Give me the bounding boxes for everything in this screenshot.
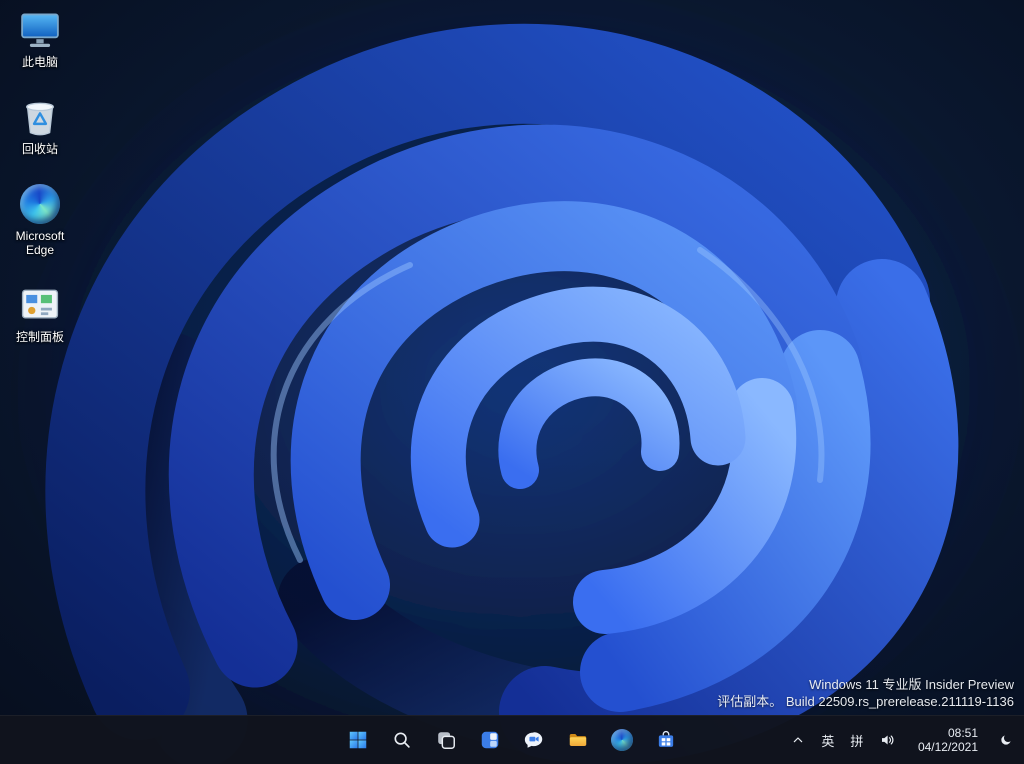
watermark-line-2: 评估副本。 Build 22509.rs_prerelease.211119-1… [717, 693, 1014, 710]
desktop-icon-recycle-bin[interactable]: 回收站 [2, 95, 78, 156]
hidden-icons-button[interactable] [783, 720, 813, 760]
widgets-icon [478, 728, 502, 752]
speaker-icon [878, 730, 898, 750]
chat-icon [522, 728, 546, 752]
recycle-bin-icon [18, 95, 62, 139]
desktop-icon-this-pc[interactable]: 此电脑 [2, 8, 78, 69]
file-explorer-button[interactable] [558, 720, 598, 760]
search-icon [390, 728, 414, 752]
language-label: 英 [820, 731, 836, 750]
taskbar: 英 拼 08:51 04/12/2021 [0, 715, 1024, 764]
edge-button[interactable] [602, 720, 642, 760]
microsoft-store-icon [654, 728, 678, 752]
start-button[interactable] [338, 720, 378, 760]
clock[interactable]: 08:51 04/12/2021 [905, 720, 991, 760]
desktop-icon-label: 控制面板 [16, 330, 64, 344]
windows-desktop: 此电脑 回收站 Microsoft Edge [0, 0, 1024, 764]
task-view-button[interactable] [426, 720, 466, 760]
microsoft-edge-icon [18, 182, 62, 226]
microsoft-store-button[interactable] [646, 720, 686, 760]
task-view-icon [434, 728, 458, 752]
desktop-icon-microsoft-edge[interactable]: Microsoft Edge [2, 182, 78, 257]
taskbar-center-group [338, 716, 686, 764]
widgets-button[interactable] [470, 720, 510, 760]
microsoft-edge-icon [610, 728, 634, 752]
windows-start-icon [346, 728, 370, 752]
system-tray: 英 拼 08:51 04/12/2021 [783, 716, 1020, 764]
search-button[interactable] [382, 720, 422, 760]
chevron-up-icon [789, 731, 807, 749]
chat-button[interactable] [514, 720, 554, 760]
language-indicator[interactable]: 英 [814, 720, 842, 760]
desktop-icon-label: 回收站 [22, 142, 58, 156]
desktop-icon-label: Microsoft Edge [3, 229, 77, 257]
ime-mode-indicator[interactable]: 拼 [843, 720, 871, 760]
control-panel-icon [18, 283, 62, 327]
volume-button[interactable] [872, 720, 904, 760]
desktop-icon-column: 此电脑 回收站 Microsoft Edge [2, 8, 78, 344]
desktop-icon-control-panel[interactable]: 控制面板 [2, 283, 78, 344]
windows-11-bloom-wallpaper [0, 0, 1024, 764]
crescent-moon-icon [998, 732, 1014, 748]
clock-date: 04/12/2021 [918, 740, 978, 754]
watermark-line-1: Windows 11 专业版 Insider Preview [717, 676, 1014, 693]
clock-time: 08:51 [948, 726, 978, 740]
insider-watermark: Windows 11 专业版 Insider Preview 评估副本。 Bui… [717, 676, 1014, 710]
ime-label: 拼 [849, 731, 865, 750]
desktop-icon-label: 此电脑 [22, 55, 58, 69]
focus-assist-button[interactable] [992, 720, 1020, 760]
file-explorer-icon [566, 728, 590, 752]
this-pc-icon [18, 8, 62, 52]
